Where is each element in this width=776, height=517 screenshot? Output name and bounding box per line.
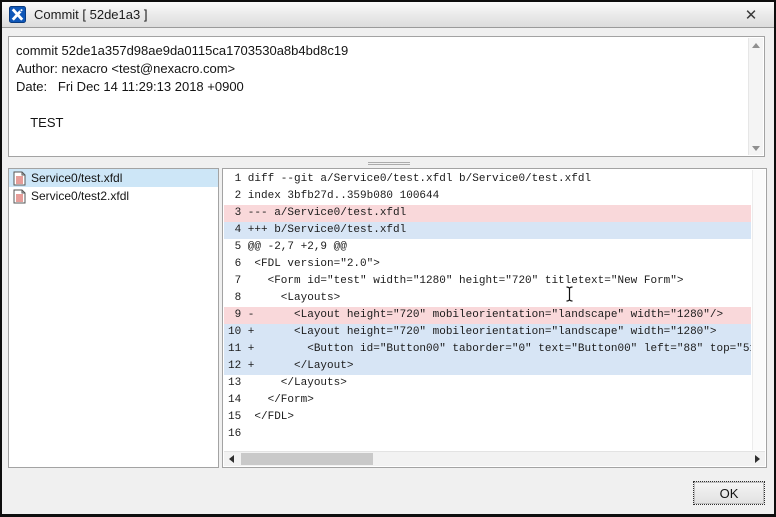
diff-line: 7 <Form id="test" width="1280" height="7…: [224, 273, 751, 290]
file-icon: [13, 171, 26, 186]
diff-line: 13 </Layouts>: [224, 375, 751, 392]
file-list-item[interactable]: Service0/test2.xfdl: [9, 187, 218, 205]
scroll-down-icon[interactable]: [749, 141, 763, 155]
diff-line: 15 </FDL>: [224, 409, 751, 426]
diff-line: 9 - <Layout height="720" mobileorientati…: [224, 307, 751, 324]
window-title: Commit [ 52de1a3 ]: [34, 7, 147, 22]
diff-line: 8 <Layouts>: [224, 290, 751, 307]
commit-dialog: Commit [ 52de1a3 ] ✕ commit 52de1a357d98…: [0, 0, 776, 517]
scroll-left-icon[interactable]: [224, 452, 239, 466]
scroll-right-icon[interactable]: [750, 452, 765, 466]
diff-line: 12 + </Layout>: [224, 358, 751, 375]
diff-line: 2 index 3bfb27d..359b080 100644: [224, 188, 751, 205]
diff-line: 16: [224, 426, 751, 443]
diff-line: 11 + <Button id="Button00" taborder="0" …: [224, 341, 751, 358]
file-list-item[interactable]: Service0/test.xfdl: [9, 169, 218, 187]
ok-button[interactable]: OK: [693, 481, 765, 505]
file-name: Service0/test.xfdl: [31, 171, 122, 185]
diff-line: 14 </Form>: [224, 392, 751, 409]
commit-message-text: commit 52de1a357d98ae9da0115ca1703530a8b…: [9, 37, 748, 156]
commit-vertical-scrollbar[interactable]: [748, 38, 763, 155]
changed-files-list: Service0/test.xfdl Service0/test2.xfdl: [8, 168, 219, 468]
nexacro-app-icon: [9, 6, 26, 23]
diff-line: 3 --- a/Service0/test.xfdl: [224, 205, 751, 222]
file-icon: [13, 189, 26, 204]
title-bar[interactable]: Commit [ 52de1a3 ] ✕: [2, 2, 774, 28]
close-icon[interactable]: ✕: [738, 4, 764, 26]
text-cursor-icon: [565, 286, 574, 302]
diff-line: 4 +++ b/Service0/test.xfdl: [224, 222, 751, 239]
diff-line: 1 diff --git a/Service0/test.xfdl b/Serv…: [224, 171, 751, 188]
commit-message-box[interactable]: commit 52de1a357d98ae9da0115ca1703530a8b…: [8, 36, 765, 157]
diff-horizontal-scrollbar[interactable]: [224, 451, 765, 466]
diff-vertical-scrollbar[interactable]: [752, 170, 765, 450]
diff-content[interactable]: 1 diff --git a/Service0/test.xfdl b/Serv…: [224, 171, 751, 450]
diff-pane: 1 diff --git a/Service0/test.xfdl b/Serv…: [222, 168, 767, 468]
diff-line: 5 @@ -2,7 +2,9 @@: [224, 239, 751, 256]
scroll-up-icon[interactable]: [749, 38, 763, 52]
horizontal-scroll-thumb[interactable]: [241, 453, 373, 465]
pane-splitter[interactable]: [368, 161, 410, 167]
file-name: Service0/test2.xfdl: [31, 189, 129, 203]
diff-line: 10 + <Layout height="720" mobileorientat…: [224, 324, 751, 341]
diff-line: 6 <FDL version="2.0">: [224, 256, 751, 273]
